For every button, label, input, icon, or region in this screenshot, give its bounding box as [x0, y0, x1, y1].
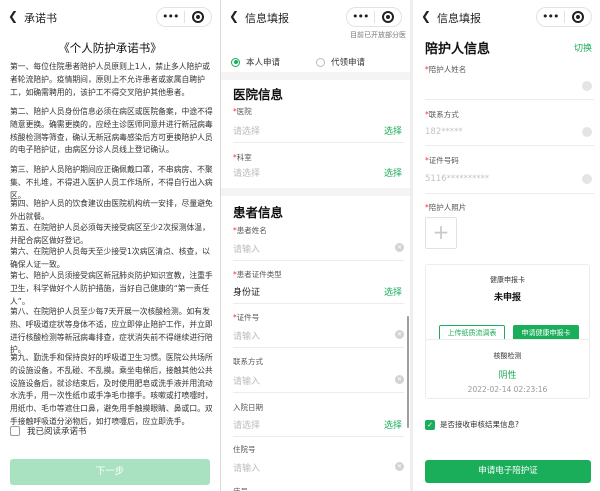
escort-contact-label: *联系方式	[425, 110, 459, 119]
clear-icon[interactable]	[582, 127, 592, 137]
patient-name-input[interactable]: 请输入	[233, 242, 260, 255]
commitment-paragraph: 第四、陪护人员的饮食建议由医院机构统一安排，尽量避免外出就餐。	[10, 199, 213, 221]
cut-off-label: 床号	[233, 486, 248, 491]
back-icon[interactable]: ❮	[8, 9, 18, 23]
switch-button[interactable]: 切换	[574, 41, 592, 54]
read-commitment-checkbox[interactable]: 我已阅读承诺书	[10, 425, 87, 437]
id-type-label: *患者证件类型	[233, 270, 282, 279]
radio-self[interactable]	[231, 57, 240, 67]
commitment-paragraph: 第八、在院陪护人员至少每7天开展一次核酸检测。如有发热、呼吸道症状等身体不适，应…	[10, 307, 213, 355]
clear-icon[interactable]: ✕	[395, 330, 404, 339]
escort-photo-label: *陪护人照片	[425, 203, 467, 212]
hospital-section-title: 医院信息	[233, 87, 284, 102]
mini-program-capsule: •••	[346, 7, 402, 27]
plus-icon: +	[432, 220, 450, 244]
close-mini-program-icon[interactable]	[374, 11, 401, 23]
hospital-label: *医院	[233, 107, 252, 116]
bed-no-label: 住院号	[233, 445, 256, 454]
nucleic-test-card: 核酸检测 阴性 2022-02-14 02:23:16	[425, 339, 590, 399]
radio-proxy[interactable]	[316, 57, 326, 67]
checkmark-icon[interactable]: ✓	[425, 419, 435, 430]
commitment-paragraph: 第六、在院陪护人员每天至少接受1次病区清点、核查，以确保人证一致。	[10, 247, 210, 269]
scrollbar[interactable]	[407, 316, 409, 428]
notice-banner: 目前已开放部分医	[350, 31, 406, 39]
more-icon[interactable]: •••	[347, 8, 374, 26]
page-title: 信息填报	[437, 12, 481, 25]
bed-no-input[interactable]: 请输入	[233, 461, 260, 474]
id-type-select[interactable]: 身份证	[233, 285, 260, 298]
document-title: 《个人防护承诺书》	[58, 41, 162, 55]
health-card-status: 未申报	[493, 293, 521, 303]
nav-bar: ❮ 信息填报 •••	[413, 0, 600, 34]
back-icon[interactable]: ❮	[421, 9, 431, 23]
next-button[interactable]: 下一步	[10, 459, 210, 485]
checkbox-label: 我已阅读承诺书	[27, 427, 87, 437]
escort-id-label: *证件号码	[425, 156, 459, 165]
apply-escort-pass-button[interactable]: 申请电子陪护证	[425, 460, 591, 483]
nucleic-time: 2022-02-14 02:23:16	[467, 385, 548, 394]
commitment-paragraph: 第二、陪护人员身份信息必须在病区或医院备案，中途不得随意更换。确需更换的，应经主…	[10, 107, 213, 155]
health-card-title: 健康申报卡	[490, 276, 525, 284]
nucleic-result: 阴性	[498, 371, 517, 381]
hospital-select[interactable]: 请选择	[233, 124, 260, 137]
clear-icon[interactable]: ✕	[395, 375, 404, 384]
ward-label: *科室	[233, 153, 252, 162]
clear-icon[interactable]	[582, 81, 592, 91]
close-mini-program-icon[interactable]	[184, 11, 211, 23]
commitment-paragraph: 第三、陪护人员陪护期间应正确佩戴口罩，不串病房、不聚集、不扎堆，不得进入医护人员…	[10, 165, 213, 200]
admit-date-pick-button[interactable]: 选择	[384, 418, 402, 431]
health-declaration-card: 健康申报卡 未申报 上传纸质流调表 申请健康申报卡	[425, 264, 590, 350]
page-title: 承诺书	[24, 12, 57, 25]
contact-label: 联系方式	[233, 357, 263, 366]
escort-info-panel: ❮ 信息填报 ••• 陪护人信息 切换 *陪护人姓名 *联系方式 182****…	[413, 0, 600, 491]
application-type-radio-group: 本人申请 代领申请	[231, 56, 365, 68]
upload-photo-button[interactable]: +	[425, 217, 457, 249]
escort-name-label: *陪护人姓名	[425, 65, 467, 74]
nav-bar: ❮ 承诺书 •••	[0, 0, 220, 34]
patient-section-title: 患者信息	[233, 205, 284, 220]
more-icon[interactable]: •••	[537, 8, 564, 26]
commitment-paragraph: 第九、勤洗手和保持良好的呼吸道卫生习惯。医院公共场所的设施设备，不乱碰、不乱摸。…	[10, 353, 213, 426]
page-title: 信息填报	[245, 12, 289, 25]
commitment-paragraph: 第七、陪护人员须接受病区新冠肺炎防护知识宣教，注重手卫生，科学做好个人防护措施，…	[10, 271, 213, 306]
nav-bar: ❮ 信息填报 •••	[221, 0, 410, 34]
admit-date-label: 入院日期	[233, 403, 263, 412]
commitment-panel: ❮ 承诺书 ••• 《个人防护承诺书》 第一、每位住院患者陪护人员原则上1人，禁…	[0, 0, 220, 491]
nucleic-card-title: 核酸检测	[493, 352, 522, 360]
accept-result-label: 是否接收审核结果信息?	[440, 420, 519, 429]
mini-program-capsule: •••	[536, 7, 592, 27]
escort-id-field[interactable]: 5116**********	[425, 174, 489, 184]
admit-date-select[interactable]: 请选择	[233, 418, 260, 431]
mini-program-capsule: •••	[156, 7, 212, 27]
clear-icon[interactable]	[582, 174, 592, 184]
id-no-input[interactable]: 请输入	[233, 329, 260, 342]
commitment-paragraph: 第五、在院陪护人员必须每天接受病区至少2次探测体温，并配合病区做好登记。	[10, 223, 210, 245]
ward-select[interactable]: 请选择	[233, 166, 260, 179]
clear-icon[interactable]: ✕	[395, 462, 404, 471]
hospital-pick-button[interactable]: 选择	[384, 124, 402, 137]
clear-icon[interactable]: ✕	[395, 243, 404, 252]
patient-name-label: *患者姓名	[233, 226, 267, 235]
commitment-paragraph: 第一、每位住院患者陪护人员原则上1人，禁止多人陪护或者轮流陪护。疫情期间，原则上…	[10, 62, 210, 97]
ward-pick-button[interactable]: 选择	[384, 166, 402, 179]
radio-self-label: 本人申请	[246, 58, 281, 68]
info-form-panel: ❮ 信息填报 ••• 目前已开放部分医 本人申请 代领申请 医院信息 *医院 请…	[221, 0, 410, 491]
id-type-pick-button[interactable]: 选择	[384, 285, 402, 298]
more-icon[interactable]: •••	[157, 8, 184, 26]
escort-section-title: 陪护人信息	[425, 42, 491, 57]
radio-proxy-label: 代领申请	[331, 58, 366, 68]
id-no-label: *证件号	[233, 313, 260, 322]
escort-contact-field[interactable]: 182*****	[425, 127, 462, 137]
accept-result-checkbox[interactable]: ✓ 是否接收审核结果信息?	[425, 419, 519, 430]
back-icon[interactable]: ❮	[229, 9, 239, 23]
checkbox-icon[interactable]	[10, 426, 20, 436]
close-mini-program-icon[interactable]	[564, 11, 591, 23]
contact-input[interactable]: 请输入	[233, 374, 260, 387]
